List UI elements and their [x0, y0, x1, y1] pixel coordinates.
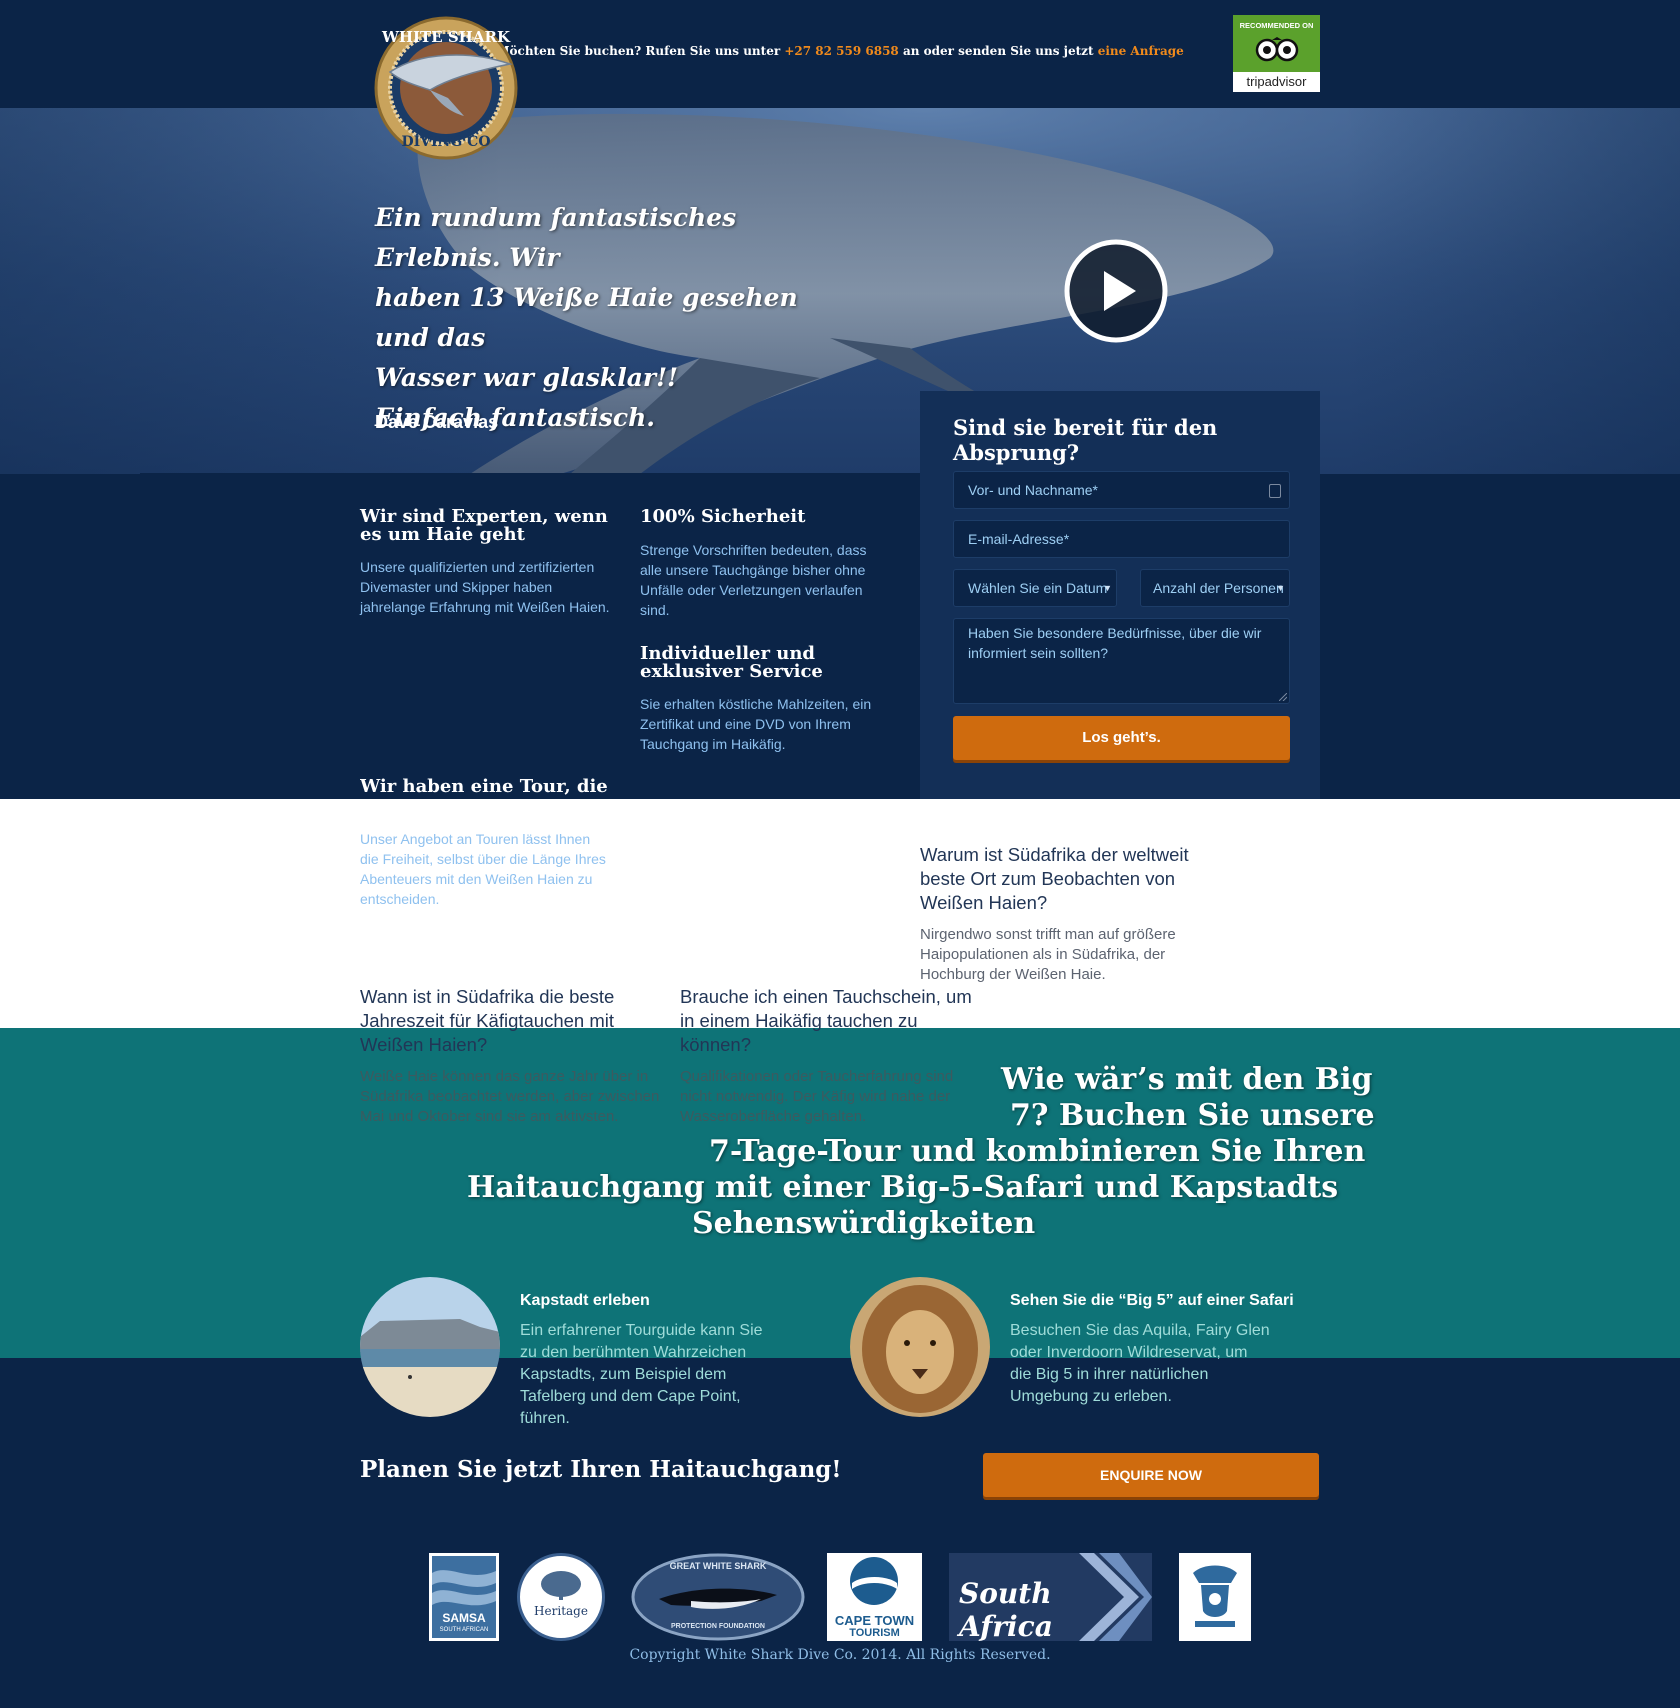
big7-heading-line: 7-Tage-Tour und kombinieren Sie Ihren — [709, 1134, 1366, 1169]
plan-heading: Planen Sie jetzt Ihren Haitauchgang! — [360, 1456, 842, 1483]
tripadvisor-wordmark: tripadvisor — [1246, 74, 1307, 89]
quote-line: Ein rundum fantastisches Erlebnis. Wir — [375, 203, 737, 272]
form-title: Sind sie bereit für den Absprung? — [953, 415, 1218, 465]
feature-title: Wir sind Experten, wenn es um Haie geht — [360, 506, 608, 545]
samsa-sublabel: SOUTH AFRICAN — [439, 1627, 489, 1633]
tripadvisor-owl-icon — [1255, 37, 1299, 62]
feature-text: Sie erhalten köstliche Mahlzeiten, ein Z… — [640, 696, 872, 752]
testimonial-author: Dave Caravias — [375, 412, 499, 432]
booking-form: Sind sie bereit für den Absprung? Vor- u… — [920, 391, 1320, 799]
offer-title: Sehen Sie die “Big 5” auf einer Safari — [1010, 1292, 1294, 1309]
enquiry-link[interactable]: eine Anfrage — [1098, 44, 1184, 58]
gwspf-bottom-label: PROTECTION FOUNDATION — [671, 1623, 765, 1630]
cape-town-tourism-logo: CAPE TOWN TOURISM — [827, 1553, 922, 1641]
faq-question: Brauche ich einen Tauchschein, um in ein… — [680, 986, 972, 1055]
tripadvisor-recommended: RECOMMENDED ON — [1239, 21, 1314, 30]
persons-select[interactable]: Anzahl der Personen ▼ — [1140, 569, 1290, 607]
name-input[interactable]: Vor- und Nachname* — [953, 471, 1290, 509]
phone-link[interactable]: +27 82 559 6858 — [784, 44, 898, 58]
company-logo[interactable]: WHITE SHARK DIVING CO — [370, 12, 522, 162]
needs-textarea[interactable]: Haben Sie besondere Bedürfnisse, über di… — [953, 618, 1290, 704]
date-select-label: Wählen Sie ein Datum — [968, 580, 1108, 596]
needs-placeholder: Haben Sie besondere Bedürfnisse, über di… — [968, 625, 1262, 661]
faq-answer: Weiße Haie können das ganze Jahr über in… — [360, 1068, 660, 1125]
topbar-middle: an oder senden Sie uns jetzt — [902, 44, 1094, 58]
faq-question: Wann ist in Südafrika die beste Jahresze… — [360, 986, 615, 1055]
offer-text: Besuchen Sie das Aquila, Fairy Glen oder… — [1010, 1322, 1270, 1405]
big7-heading-line: 7? Buchen Sie unsere — [1010, 1098, 1375, 1133]
faq-answer: Qualifikationen oder Taucherfahrung sind… — [680, 1068, 954, 1125]
booking-topbar: Möchten Sie buchen? Rufen Sie uns unter … — [0, 44, 1680, 58]
feature-title: Wir haben eine Tour, die — [360, 778, 608, 797]
resize-handle-icon[interactable] — [1279, 693, 1287, 701]
offer-title: Kapstadt erleben — [520, 1292, 650, 1309]
samsa-logo: SAMSA SOUTH AFRICAN — [429, 1553, 499, 1641]
testimonial-quote: Ein rundum fantastisches Erlebnis. Wir h… — [375, 198, 855, 438]
feature-title: 100% Sicherheit — [640, 506, 806, 527]
cape-town-image — [360, 1277, 500, 1417]
big7-heading-line: Haitauchgang mit einer Big-5-Safari und … — [467, 1170, 1339, 1205]
feature-text: Strenge Vorschriften bedeuten, dass alle… — [640, 542, 867, 618]
persons-select-label: Anzahl der Personen — [1153, 580, 1284, 596]
lion-image — [850, 1277, 990, 1417]
chevron-down-icon: ▼ — [1276, 583, 1285, 593]
feature-text: Unsere qualifizierten und zertifizierten… — [360, 559, 610, 615]
contact-card-icon — [1269, 484, 1281, 498]
samsa-label: SAMSA — [442, 1611, 486, 1625]
enquire-now-button[interactable]: ENQUIRE NOW — [983, 1453, 1319, 1497]
gwspf-logo: GREAT WHITE SHARK PROTECTION FOUNDATION — [631, 1553, 805, 1641]
heritage-logo: Heritage — [517, 1553, 605, 1641]
feature-title: Individueller und exklusiver Service — [640, 643, 823, 682]
big7-heading-line: Sehenswürdigkeiten — [692, 1206, 1036, 1241]
heritage-label: Heritage — [534, 1604, 588, 1618]
gwspf-top-label: GREAT WHITE SHARK — [669, 1561, 767, 1571]
play-icon[interactable] — [1063, 238, 1169, 344]
tripadvisor-green-area: RECOMMENDED ON — [1233, 15, 1320, 72]
divider — [140, 473, 920, 476]
date-select[interactable]: Wählen Sie ein Datum ▼ — [953, 569, 1117, 607]
chevron-down-icon: ▼ — [1103, 583, 1112, 593]
south-africa-logo: South Africa — [949, 1553, 1152, 1643]
cape-town-tourism-label: TOURISM — [849, 1627, 900, 1639]
south-africa-label: South Africa — [959, 1577, 1053, 1643]
offer-text: Ein erfahrener Tourguide kann Sie zu den… — [520, 1322, 763, 1427]
faq-question: Warum ist Südafrika der weltweit beste O… — [920, 844, 1189, 913]
tripadvisor-badge[interactable]: RECOMMENDED ON tripadvisor — [1233, 15, 1320, 92]
big7-heading-line: Wie wär’s mit den Big — [1001, 1062, 1373, 1097]
logo-text-bottom: DIVING CO — [401, 134, 490, 150]
coat-of-arms-logo — [1179, 1553, 1251, 1641]
cape-town-label: CAPE TOWN — [834, 1613, 915, 1628]
name-placeholder: Vor- und Nachname* — [968, 482, 1098, 498]
faq-answer: Nirgendwo sonst trifft man auf größere H… — [920, 926, 1176, 983]
logo-text: WHITE SHARK — [381, 28, 511, 46]
topbar-prefix: Möchten Sie buchen? Rufen Sie uns unter — [496, 44, 781, 58]
feature-text: Unser Angebot an Touren lässt Ihnen die … — [360, 831, 606, 907]
quote-line: Wasser war glasklar!! — [375, 363, 679, 392]
submit-button[interactable]: Los geht’s. — [953, 716, 1290, 760]
email-input[interactable]: E-mail-Adresse* — [953, 520, 1290, 558]
copyright-text: Copyright White Shark Dive Co. 2014. All… — [629, 1647, 1051, 1663]
quote-line: haben 13 Weiße Haie gesehen und das — [375, 283, 798, 352]
